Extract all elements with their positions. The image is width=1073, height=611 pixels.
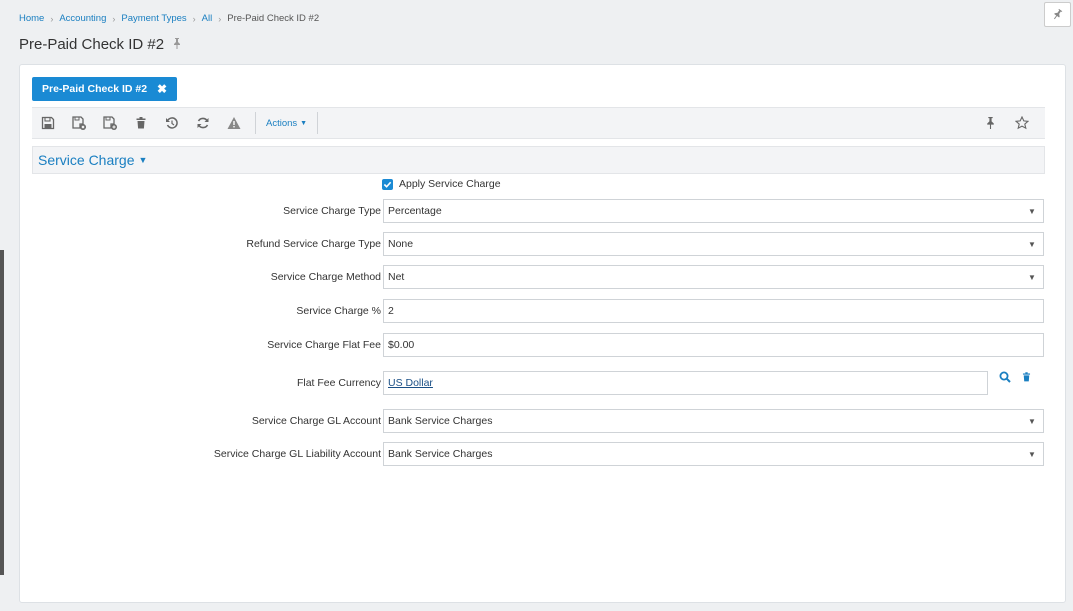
breadcrumb-accounting[interactable]: Accounting (59, 13, 106, 24)
close-icon[interactable]: ✖ (157, 82, 167, 96)
search-icon[interactable] (999, 371, 1011, 383)
pin-icon[interactable] (1044, 2, 1071, 27)
breadcrumb-home[interactable]: Home (19, 13, 44, 24)
pin-button[interactable] (975, 109, 1006, 137)
check-icon (383, 181, 392, 188)
delete-button[interactable] (125, 109, 156, 137)
flat-fee-currency-label: Flat Fee Currency (296, 377, 381, 389)
pin-icon (987, 117, 994, 129)
toolbar-divider (255, 112, 256, 134)
service-charge-method-select[interactable]: Net ▼ (383, 265, 1044, 289)
undo-button[interactable] (156, 109, 187, 137)
apply-service-charge-row: Apply Service Charge (382, 178, 501, 190)
service-charge-gl-account-select[interactable]: Bank Service Charges ▼ (383, 409, 1044, 433)
caret-down-icon: ▼ (1028, 206, 1036, 216)
favorite-button[interactable] (1006, 109, 1037, 137)
apply-service-charge-checkbox[interactable] (382, 178, 393, 190)
page-title: Pre-Paid Check ID #2 (19, 36, 165, 53)
record-panel: Pre-Paid Check ID #2 ✖ Actions ▼ Service… (19, 64, 1066, 603)
chevron-right-icon: › (112, 13, 116, 24)
chevron-right-icon: › (50, 13, 54, 24)
breadcrumb-current: Pre-Paid Check ID #2 (227, 13, 320, 24)
breadcrumb-all[interactable]: All (202, 13, 213, 24)
service-charge-method-value: Net (388, 271, 405, 283)
caret-down-icon: ▼ (1028, 239, 1036, 249)
service-charge-type-label: Service Charge Type (283, 205, 381, 217)
service-charge-type-select[interactable]: Percentage ▼ (383, 199, 1044, 223)
chevron-right-icon: › (192, 13, 196, 24)
save-button[interactable] (32, 109, 63, 137)
delete-icon[interactable] (1021, 371, 1032, 383)
caret-down-icon: ▼ (1028, 272, 1036, 282)
undo-icon (165, 117, 178, 129)
service-charge-flat-fee-value: $0.00 (388, 339, 415, 351)
warning-button[interactable] (218, 109, 249, 137)
apply-service-charge-label: Apply Service Charge (399, 178, 501, 190)
flat-fee-currency-lookup[interactable]: US Dollar (383, 371, 988, 395)
service-charge-percent-label: Service Charge % (296, 305, 381, 317)
save-icon (41, 116, 54, 130)
service-charge-flat-fee-label: Service Charge Flat Fee (267, 339, 381, 351)
toolbar: Actions ▼ (32, 107, 1045, 139)
warning-icon (227, 117, 240, 129)
service-charge-gl-account-value: Bank Service Charges (388, 415, 493, 427)
left-edge-bar (0, 250, 4, 575)
section-service-charge[interactable]: Service Charge ▼ (32, 146, 1045, 174)
save-new-icon (102, 116, 117, 130)
actions-label: Actions (266, 117, 298, 129)
caret-down-icon: ▼ (1028, 449, 1036, 459)
service-charge-gl-liability-account-select[interactable]: Bank Service Charges ▼ (383, 442, 1044, 466)
toolbar-divider (317, 112, 319, 134)
breadcrumb: Home › Accounting › Payment Types › All … (19, 13, 319, 24)
service-charge-gl-liability-account-label: Service Charge GL Liability Account (213, 448, 381, 460)
section-title: Service Charge (38, 152, 135, 168)
page-title-row: Pre-Paid Check ID #2 (19, 36, 182, 53)
service-charge-gl-liability-account-value: Bank Service Charges (388, 448, 493, 460)
refresh-icon (197, 117, 208, 129)
delete-icon (136, 117, 145, 129)
refund-service-charge-type-select[interactable]: None ▼ (383, 232, 1044, 256)
service-charge-type-value: Percentage (388, 205, 442, 217)
actions-menu[interactable]: Actions ▼ (262, 118, 311, 129)
save-close-button[interactable] (63, 109, 94, 137)
save-new-button[interactable] (94, 109, 125, 137)
refund-service-charge-type-value: None (388, 238, 414, 250)
breadcrumb-payment-types[interactable]: Payment Types (121, 13, 186, 24)
chevron-right-icon: › (218, 13, 222, 24)
caret-down-icon: ▼ (1028, 416, 1036, 426)
caret-down-icon: ▼ (138, 155, 148, 165)
flat-fee-currency-value[interactable]: US Dollar (388, 377, 433, 389)
service-charge-gl-account-label: Service Charge GL Account (251, 415, 381, 427)
lookup-actions (999, 371, 1032, 383)
tab-record[interactable]: Pre-Paid Check ID #2 ✖ (32, 77, 178, 101)
service-charge-flat-fee-input[interactable]: $0.00 (383, 333, 1044, 357)
star-icon (1014, 116, 1029, 130)
tab-label: Pre-Paid Check ID #2 (42, 83, 148, 95)
refund-service-charge-type-label: Refund Service Charge Type (246, 238, 381, 250)
service-charge-percent-value: 2 (388, 305, 394, 317)
pin-icon[interactable] (172, 36, 182, 53)
caret-down-icon: ▼ (300, 119, 308, 127)
refresh-button[interactable] (187, 109, 218, 137)
service-charge-method-label: Service Charge Method (270, 271, 381, 283)
toolbar-right (975, 109, 1037, 137)
save-close-icon (71, 116, 86, 130)
service-charge-percent-input[interactable]: 2 (383, 299, 1044, 323)
